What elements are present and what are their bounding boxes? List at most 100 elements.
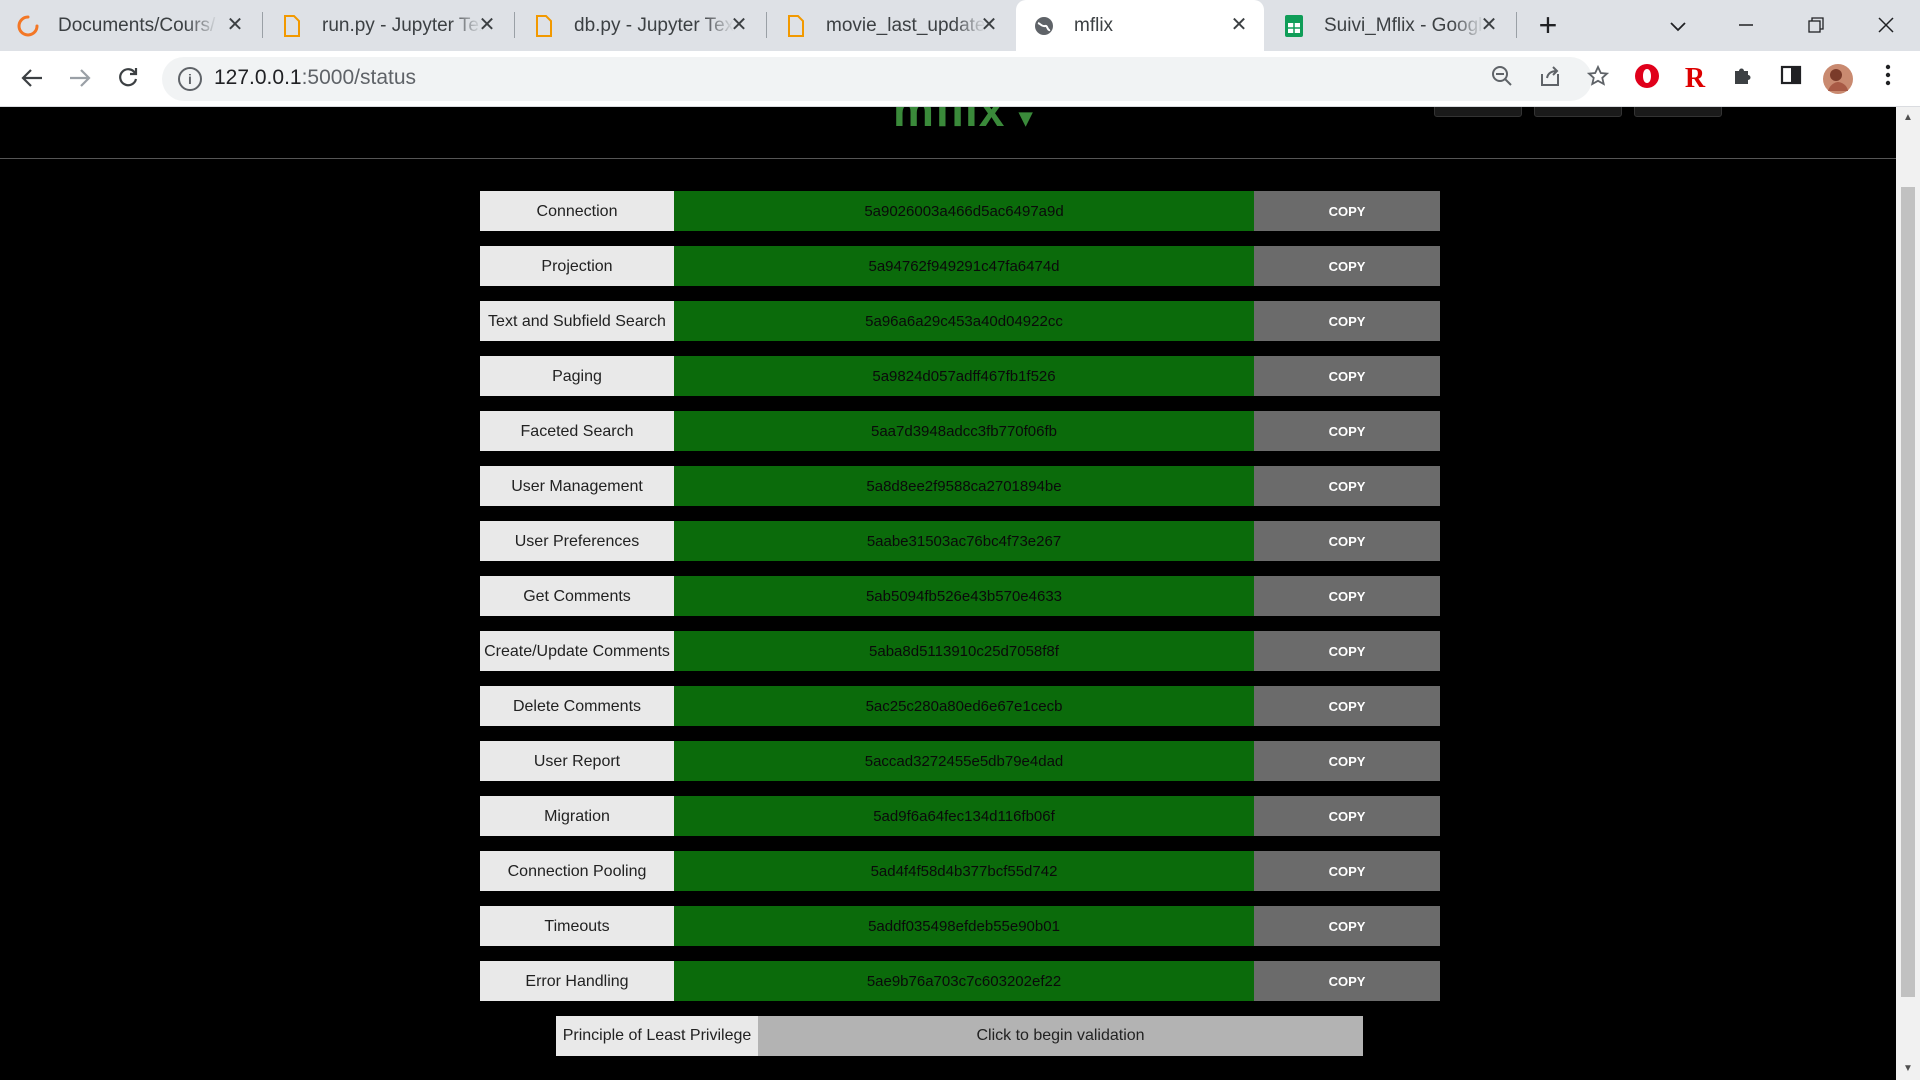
close-icon[interactable]: ✕ bbox=[476, 14, 498, 36]
new-tab-button[interactable]: + bbox=[1530, 8, 1566, 44]
window-close-icon[interactable] bbox=[1864, 8, 1908, 44]
close-icon[interactable]: ✕ bbox=[978, 14, 1000, 36]
ticket-label: Create/Update Comments bbox=[480, 631, 674, 671]
tab-title: Documents/Cours/ bbox=[58, 14, 216, 36]
browser-tab[interactable]: run.py - Jupyter Tex ✕ bbox=[264, 0, 512, 51]
address-bar[interactable]: i 127.0.0.1:5000/status bbox=[162, 57, 1610, 101]
close-icon[interactable]: ✕ bbox=[728, 14, 750, 36]
tab-title: Suivi_Mflix - Google bbox=[1324, 14, 1484, 36]
jupyter-loading-icon bbox=[16, 14, 40, 38]
back-arrow-icon[interactable] bbox=[14, 61, 50, 97]
restore-icon[interactable] bbox=[1794, 8, 1838, 44]
ticket-row: Create/Update Comments 5aba8d5113910c25d… bbox=[480, 631, 1440, 671]
logo-text: mflix bbox=[893, 107, 1006, 136]
copy-button[interactable]: COPY bbox=[1254, 356, 1440, 396]
ticket-label: User Management bbox=[480, 466, 674, 506]
ticket-label: Get Comments bbox=[480, 576, 674, 616]
url-host: 127.0.0.1 bbox=[214, 66, 302, 89]
share-icon[interactable] bbox=[1536, 65, 1564, 93]
ticket-label: Delete Comments bbox=[480, 686, 674, 726]
ticket-row: Get Comments 5ab5094fb526e43b570e4633 CO… bbox=[480, 576, 1440, 616]
browser-tab-active[interactable]: mflix ✕ bbox=[1016, 0, 1264, 51]
bookmark-star-icon[interactable] bbox=[1584, 64, 1612, 93]
ticket-hash: 5aba8d5113910c25d7058f8f bbox=[674, 631, 1254, 671]
extensions-puzzle-icon[interactable] bbox=[1727, 63, 1759, 95]
page-content: mflix ▾ Connection 5a9026003a466d5ac6497… bbox=[0, 107, 1896, 1080]
ticket-row: User Management 5a8d8ee2f9588ca2701894be… bbox=[480, 466, 1440, 506]
avatar[interactable] bbox=[1822, 63, 1854, 95]
least-privilege-row: Principle of Least Privilege Click to be… bbox=[556, 1016, 1363, 1056]
header-button[interactable] bbox=[1634, 107, 1722, 117]
ticket-row: Connection 5a9026003a466d5ac6497a9d COPY bbox=[480, 191, 1440, 231]
browser-tab-strip: Documents/Cours/ ✕ run.py - Jupyter Tex … bbox=[0, 0, 1920, 51]
leaf-icon: ▾ bbox=[1019, 107, 1034, 132]
ticket-hash: 5addf035498efdeb55e90b01 bbox=[674, 906, 1254, 946]
ticket-row: User Report 5accad3272455e5db79e4dad COP… bbox=[480, 741, 1440, 781]
reload-icon[interactable] bbox=[110, 61, 146, 97]
tab-separator bbox=[262, 12, 263, 38]
ticket-hash: 5a9026003a466d5ac6497a9d bbox=[674, 191, 1254, 231]
close-icon[interactable]: ✕ bbox=[224, 14, 246, 36]
ticket-hash: 5a94762f949291c47fa6474d bbox=[674, 246, 1254, 286]
ticket-label: Paging bbox=[480, 356, 674, 396]
copy-button[interactable]: COPY bbox=[1254, 906, 1440, 946]
ticket-hash: 5ad4f4f58d4b377bcf55d742 bbox=[674, 851, 1254, 891]
tab-separator bbox=[766, 12, 767, 38]
copy-button[interactable]: COPY bbox=[1254, 466, 1440, 506]
copy-button[interactable]: COPY bbox=[1254, 246, 1440, 286]
url-text[interactable]: 127.0.0.1:5000/status bbox=[214, 66, 416, 90]
ticket-row: Projection 5a94762f949291c47fa6474d COPY bbox=[480, 246, 1440, 286]
header-button[interactable] bbox=[1434, 107, 1522, 117]
copy-button[interactable]: COPY bbox=[1254, 796, 1440, 836]
scroll-down-arrow-icon[interactable]: ▼ bbox=[1896, 1060, 1920, 1078]
ticket-row: Timeouts 5addf035498efdeb55e90b01 COPY bbox=[480, 906, 1440, 946]
browser-tab[interactable]: Suivi_Mflix - Google ✕ bbox=[1266, 0, 1514, 51]
forward-arrow-icon[interactable] bbox=[62, 61, 98, 97]
page-scrollbar[interactable]: ▲ ▼ bbox=[1896, 107, 1920, 1080]
opera-extension-icon[interactable] bbox=[1631, 63, 1663, 95]
ticket-row: User Preferences 5aabe31503ac76bc4f73e26… bbox=[480, 521, 1440, 561]
file-icon bbox=[784, 14, 808, 38]
side-panel-icon[interactable] bbox=[1775, 63, 1807, 95]
copy-button[interactable]: COPY bbox=[1254, 631, 1440, 671]
copy-button[interactable]: COPY bbox=[1254, 686, 1440, 726]
scrollbar-thumb[interactable] bbox=[1901, 187, 1915, 997]
ticket-label: Timeouts bbox=[480, 906, 674, 946]
close-icon[interactable]: ✕ bbox=[1478, 14, 1500, 36]
ticket-label: Text and Subfield Search bbox=[480, 301, 674, 341]
close-icon[interactable]: ✕ bbox=[1228, 14, 1250, 36]
site-info-icon[interactable]: i bbox=[178, 67, 202, 91]
ticket-row: Connection Pooling 5ad4f4f58d4b377bcf55d… bbox=[480, 851, 1440, 891]
ticket-label: Migration bbox=[480, 796, 674, 836]
mflix-logo[interactable]: mflix ▾ bbox=[893, 107, 1033, 137]
copy-button[interactable]: COPY bbox=[1254, 191, 1440, 231]
minimize-icon[interactable] bbox=[1724, 8, 1768, 44]
copy-button[interactable]: COPY bbox=[1254, 521, 1440, 561]
tab-separator bbox=[1516, 12, 1517, 38]
browser-tab[interactable]: db.py - Jupyter Text ✕ bbox=[516, 0, 764, 51]
copy-button[interactable]: COPY bbox=[1254, 741, 1440, 781]
copy-button[interactable]: COPY bbox=[1254, 576, 1440, 616]
url-path: :5000/status bbox=[301, 66, 417, 89]
tab-search-chevron-icon[interactable] bbox=[1656, 8, 1700, 44]
copy-button[interactable]: COPY bbox=[1254, 411, 1440, 451]
browser-tab[interactable]: movie_last_updated ✕ bbox=[768, 0, 1014, 51]
browser-tab[interactable]: Documents/Cours/ ✕ bbox=[0, 0, 260, 51]
zoom-out-icon[interactable] bbox=[1488, 65, 1516, 93]
ticket-hash: 5aa7d3948adcc3fb770f06fb bbox=[674, 411, 1254, 451]
r-extension-icon[interactable]: R bbox=[1679, 63, 1711, 95]
scroll-up-arrow-icon[interactable]: ▲ bbox=[1896, 109, 1920, 127]
header-button[interactable] bbox=[1534, 107, 1622, 117]
globe-icon bbox=[1032, 14, 1056, 38]
ticket-hash: 5aabe31503ac76bc4f73e267 bbox=[674, 521, 1254, 561]
ticket-label: Connection Pooling bbox=[480, 851, 674, 891]
copy-button[interactable]: COPY bbox=[1254, 301, 1440, 341]
copy-button[interactable]: COPY bbox=[1254, 961, 1440, 1001]
ticket-row: Faceted Search 5aa7d3948adcc3fb770f06fb … bbox=[480, 411, 1440, 451]
begin-validation-button[interactable]: Click to begin validation bbox=[758, 1016, 1363, 1056]
ticket-hash: 5a9824d057adff467fb1f526 bbox=[674, 356, 1254, 396]
tab-title: mflix bbox=[1074, 14, 1114, 36]
copy-button[interactable]: COPY bbox=[1254, 851, 1440, 891]
menu-kebab-icon[interactable] bbox=[1872, 63, 1904, 95]
tab-title: run.py - Jupyter Tex bbox=[322, 14, 482, 36]
